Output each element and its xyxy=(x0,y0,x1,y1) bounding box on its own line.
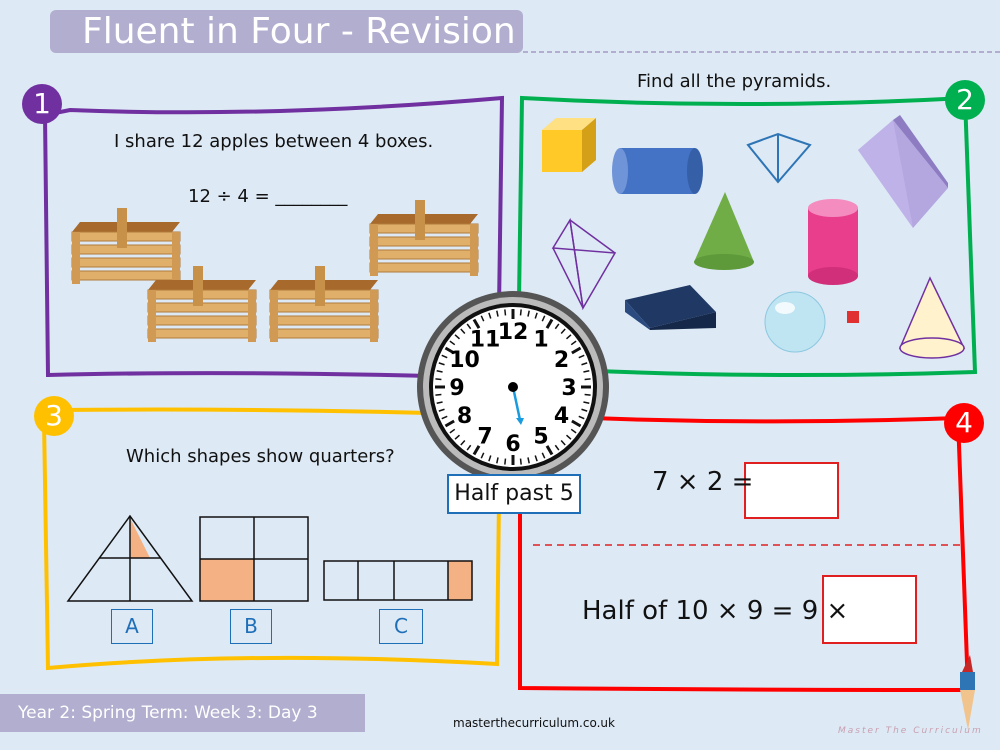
q4-question-1: 7 × 2 = xyxy=(652,467,754,497)
small-cube-shape xyxy=(847,311,859,323)
pencil-logo xyxy=(960,655,975,730)
clock-number: 4 xyxy=(554,404,569,429)
crates xyxy=(71,200,479,342)
square-pyramid-shape xyxy=(746,132,812,184)
clock-number: 5 xyxy=(533,424,548,449)
strip-shape-c xyxy=(323,560,473,601)
clock-number: 1 xyxy=(533,328,548,353)
clock-tick xyxy=(504,309,507,316)
lesson-banner: Year 2: Spring Term: Week 3: Day 3 xyxy=(0,694,365,732)
triangle-shape-a xyxy=(66,514,194,602)
option-b[interactable]: B xyxy=(230,609,272,644)
clock-number: 7 xyxy=(477,424,492,449)
q3-shapes xyxy=(66,514,473,602)
triangular-pyramid-shape xyxy=(551,217,617,311)
cylinder-shape xyxy=(612,148,703,194)
clock: 12 1234567891011 xyxy=(417,291,609,483)
crate-image xyxy=(269,266,379,342)
cone-shape xyxy=(694,192,754,270)
question-number-1: 1 xyxy=(22,84,62,124)
cylinder-pink-shape xyxy=(808,199,858,285)
option-a[interactable]: A xyxy=(111,609,153,644)
clock-tick xyxy=(584,378,591,381)
question-number-4: 4 xyxy=(944,403,984,443)
q4-frame xyxy=(518,412,971,693)
clock-tick xyxy=(519,309,522,316)
answer-box-1[interactable] xyxy=(744,462,839,519)
question-number-3: 3 xyxy=(34,396,74,436)
cone-cream-shape xyxy=(898,276,966,359)
cuboid-shape xyxy=(858,115,948,228)
question-number-2: 2 xyxy=(945,80,985,120)
q2-shapes xyxy=(542,115,966,359)
cube-shape xyxy=(542,118,596,172)
clock-label: Half past 5 xyxy=(447,474,581,514)
clock-tick xyxy=(435,393,442,396)
clock-number: 9 xyxy=(449,376,464,401)
cuboid-navy-shape xyxy=(625,285,716,330)
clock-number: 6 xyxy=(505,432,520,457)
q2-prompt: Find all the pyramids. xyxy=(637,71,832,92)
q3-prompt: Which shapes show quarters? xyxy=(126,446,395,467)
slide: 12 1 2 3 4 5 6 7 8 9 10 11 Fluent in Four - Revisio… xyxy=(0,0,1000,750)
sphere-shape xyxy=(764,291,826,353)
clock-tick xyxy=(435,378,442,381)
crate-image xyxy=(369,200,479,276)
brand-logo-text: Master The Curriculum xyxy=(838,726,983,736)
clock-number: 11 xyxy=(470,328,501,353)
clock-tick xyxy=(584,393,591,396)
q4-question-2: Half of 10 × 9 = 9 × xyxy=(582,596,849,626)
clock-number: 2 xyxy=(554,348,569,373)
rectangle-shape-b xyxy=(199,516,309,602)
q1-equation: 12 ÷ 4 = ________ xyxy=(188,186,348,207)
website-link[interactable]: masterthecurriculum.co.uk xyxy=(453,716,615,730)
clock-tick xyxy=(504,458,507,465)
page-title: Fluent in Four - Revision xyxy=(50,10,523,53)
clock-number: 8 xyxy=(457,404,472,429)
option-c[interactable]: C xyxy=(379,609,423,644)
q1-prompt: I share 12 apples between 4 boxes. xyxy=(114,131,434,152)
clock-number: 3 xyxy=(561,376,576,401)
crate-image xyxy=(71,208,181,284)
clock-tick xyxy=(519,458,522,465)
clock-number: 12 xyxy=(498,320,529,345)
